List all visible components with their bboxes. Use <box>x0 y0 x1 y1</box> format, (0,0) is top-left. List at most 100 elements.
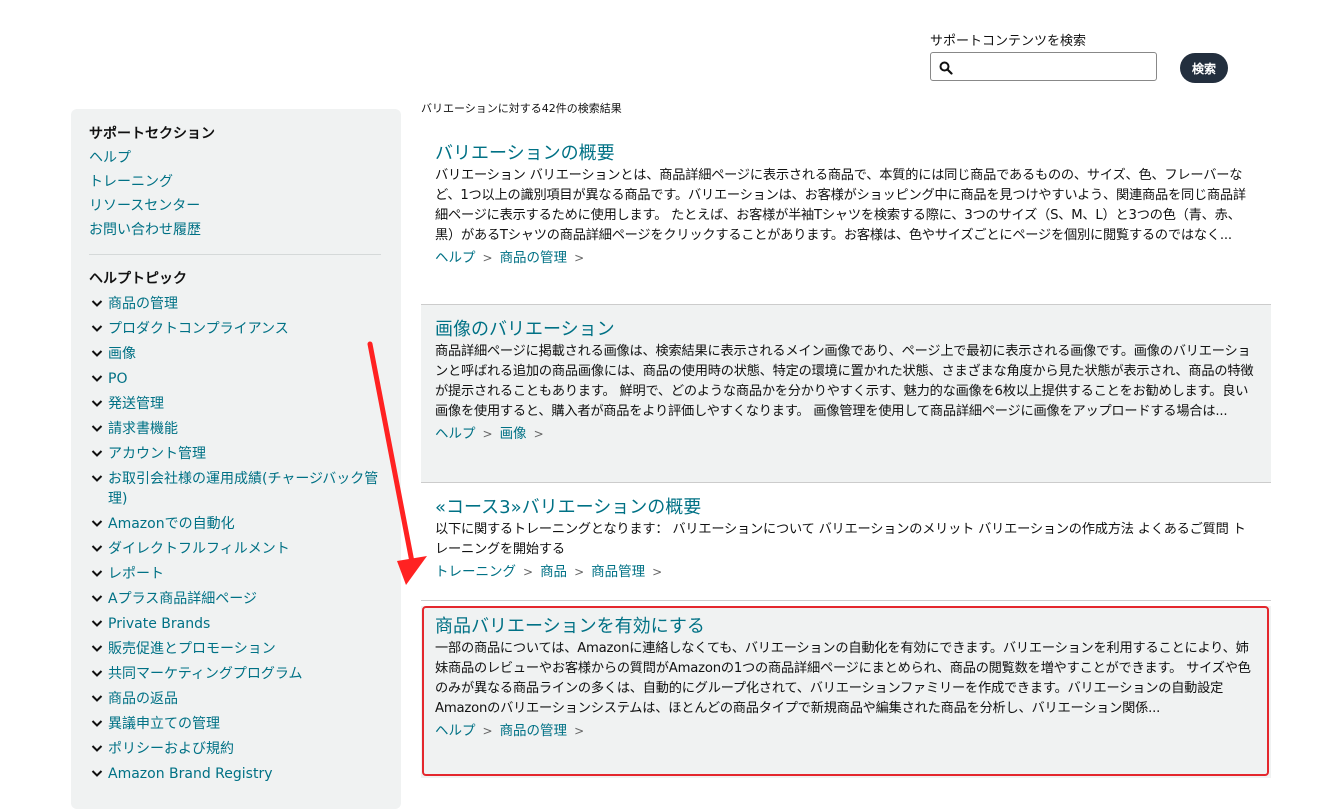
sidebar-topic[interactable]: 異議申立ての管理 <box>91 714 383 734</box>
chevron-right-icon: > <box>533 427 544 441</box>
result-title[interactable]: «コース3»バリエーションの概要 <box>435 497 1257 519</box>
sidebar-topic-label: アカウント管理 <box>108 446 206 462</box>
chevron-down-icon <box>91 424 105 434</box>
chevron-right-icon: > <box>482 251 493 265</box>
chevron-right-icon: > <box>574 251 585 265</box>
sidebar-topic-label: レポート <box>108 566 164 582</box>
sidebar-topic-label: ポリシーおよび規約 <box>108 741 234 757</box>
chevron-down-icon <box>91 474 105 484</box>
chevron-down-icon <box>91 544 105 554</box>
result-title[interactable]: バリエーションの概要 <box>435 143 1257 165</box>
chevron-down-icon <box>91 399 105 409</box>
sidebar-topic-label: 商品の返品 <box>108 691 178 707</box>
sidebar-topic[interactable]: Amazon Brand Registry <box>91 764 383 784</box>
result-title[interactable]: 画像のバリエーション <box>435 319 1257 341</box>
sidebar: サポートセクション ヘルプ トレーニング リソースセンター お問い合わせ履歴 ヘ… <box>71 109 401 809</box>
chevron-down-icon <box>91 644 105 654</box>
sidebar-topic-label: 異議申立ての管理 <box>108 716 220 732</box>
result-title[interactable]: 商品バリエーションを有効にする <box>435 616 1257 638</box>
breadcrumb-link[interactable]: 画像 <box>500 426 527 442</box>
sidebar-topic[interactable]: 商品の返品 <box>91 689 383 709</box>
search-button[interactable]: 検索 <box>1180 53 1228 83</box>
sidebar-topic[interactable]: アカウント管理 <box>91 444 383 464</box>
chevron-down-icon <box>91 619 105 629</box>
sidebar-topic[interactable]: Amazonでの自動化 <box>91 514 383 534</box>
chevron-down-icon <box>91 324 105 334</box>
support-section-heading: サポートセクション <box>89 126 215 142</box>
search-result: 商品バリエーションを有効にする 一部の商品については、Amazonに連絡しなくて… <box>421 606 1271 778</box>
sidebar-topic-label: 請求書機能 <box>108 421 178 437</box>
chevron-down-icon <box>91 374 105 384</box>
result-snippet: バリエーション バリエーションとは、商品詳細ページに表示される商品で、本質的には… <box>435 168 1246 243</box>
sidebar-topic[interactable]: ポリシーおよび規約 <box>91 739 383 759</box>
chevron-down-icon <box>91 449 105 459</box>
chevron-down-icon <box>91 719 105 729</box>
chevron-right-icon: > <box>482 427 493 441</box>
breadcrumb-link[interactable]: 商品の管理 <box>500 723 568 739</box>
breadcrumb: ヘルプ > 画像 > <box>435 424 1257 444</box>
breadcrumb-link[interactable]: 商品管理 <box>591 564 645 580</box>
result-snippet: 一部の商品については、Amazonに連絡しなくても、バリエーションの自動化を有効… <box>435 641 1251 716</box>
chevron-down-icon <box>91 349 105 359</box>
sidebar-link-contact-history[interactable]: お問い合わせ履歴 <box>89 219 201 239</box>
breadcrumb-link[interactable]: ヘルプ <box>435 250 476 266</box>
chevron-right-icon: > <box>482 724 493 738</box>
sidebar-topic[interactable]: 共同マーケティングプログラム <box>91 664 383 684</box>
search-result: «コース3»バリエーションの概要 以下に関するトレーニングとなります： バリエー… <box>421 483 1271 601</box>
chevron-down-icon <box>91 669 105 679</box>
breadcrumb-link[interactable]: 商品の管理 <box>500 250 568 266</box>
results-count: バリエーションに対する42件の検索結果 <box>421 102 622 115</box>
chevron-right-icon: > <box>574 565 585 579</box>
sidebar-topic[interactable]: Private Brands <box>91 614 383 634</box>
breadcrumb-link[interactable]: ヘルプ <box>435 426 476 442</box>
sidebar-link-resource-center[interactable]: リソースセンター <box>89 195 200 215</box>
search-field[interactable] <box>930 52 1157 81</box>
sidebar-topic[interactable]: ダイレクトフルフィルメント <box>91 539 383 559</box>
search-label: サポートコンテンツを検索 <box>930 34 1087 49</box>
sidebar-topic[interactable]: プロダクトコンプライアンス <box>91 319 383 339</box>
sidebar-topic[interactable]: PO <box>91 369 383 389</box>
sidebar-link-help[interactable]: ヘルプ <box>89 147 131 167</box>
sidebar-topic-label: PO <box>108 371 128 387</box>
chevron-down-icon <box>91 694 105 704</box>
chevron-right-icon: > <box>574 724 585 738</box>
sidebar-topic[interactable]: Aプラス商品詳細ページ <box>91 589 383 609</box>
sidebar-topic[interactable]: 販売促進とプロモーション <box>91 639 383 659</box>
sidebar-topic[interactable]: 画像 <box>91 344 383 364</box>
result-snippet: 商品詳細ページに掲載される画像は、検索結果に表示されるメイン画像であり、ページ上… <box>435 344 1254 419</box>
sidebar-topic-label: Aプラス商品詳細ページ <box>108 591 258 607</box>
breadcrumb: トレーニング > 商品 > 商品管理 > <box>435 562 1257 582</box>
sidebar-topic[interactable]: 請求書機能 <box>91 419 383 439</box>
chevron-right-icon: > <box>523 565 534 579</box>
sidebar-topic-label: Amazonでの自動化 <box>108 516 235 532</box>
chevron-down-icon <box>91 519 105 529</box>
breadcrumb: ヘルプ > 商品の管理 > <box>435 248 1257 268</box>
sidebar-topic[interactable]: 商品の管理 <box>91 294 383 314</box>
search-result: バリエーションの概要 バリエーション バリエーションとは、商品詳細ページに表示さ… <box>421 133 1271 305</box>
sidebar-topic[interactable]: お取引会社様の運用成績(チャージバック管理) <box>91 469 383 509</box>
help-topics-heading: ヘルプトピック <box>89 271 187 287</box>
breadcrumb-link[interactable]: トレーニング <box>435 564 516 580</box>
result-snippet: 以下に関するトレーニングとなります： バリエーションについて バリエーションのメ… <box>435 522 1246 557</box>
sidebar-topic-label: 商品の管理 <box>108 296 178 312</box>
sidebar-topic-label: 画像 <box>108 346 136 362</box>
sidebar-divider <box>89 254 381 255</box>
breadcrumb-link[interactable]: 商品 <box>540 564 567 580</box>
sidebar-topic-label: 販売促進とプロモーション <box>108 641 276 657</box>
sidebar-topic[interactable]: レポート <box>91 564 383 584</box>
chevron-down-icon <box>91 299 105 309</box>
sidebar-topic-label: 発送管理 <box>108 396 164 412</box>
search-icon <box>939 60 953 75</box>
sidebar-topic-label: ダイレクトフルフィルメント <box>108 541 290 557</box>
sidebar-topic-label: プロダクトコンプライアンス <box>108 321 289 337</box>
sidebar-topic-label: Private Brands <box>108 616 211 632</box>
sidebar-topic-label: お取引会社様の運用成績(チャージバック管理) <box>108 471 379 507</box>
chevron-down-icon <box>91 744 105 754</box>
chevron-down-icon <box>91 569 105 579</box>
chevron-down-icon <box>91 769 105 779</box>
breadcrumb-link[interactable]: ヘルプ <box>435 723 476 739</box>
chevron-right-icon: > <box>652 565 663 579</box>
sidebar-topic[interactable]: 発送管理 <box>91 394 383 414</box>
sidebar-link-training[interactable]: トレーニング <box>89 171 173 191</box>
search-input[interactable] <box>959 56 1153 79</box>
